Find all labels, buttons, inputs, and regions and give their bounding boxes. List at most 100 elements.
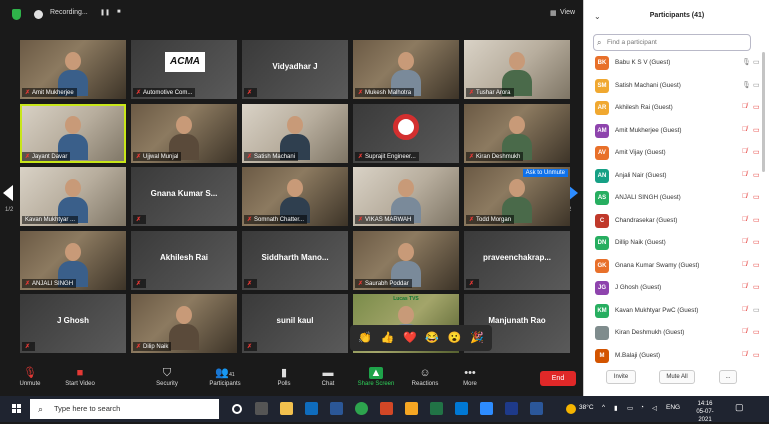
participant-tile[interactable]: ✗ Mukesh Malhotra bbox=[353, 40, 459, 99]
participant-list-item[interactable]: AR Akhilesh Rai (Guest) 🎙̸ ▭ bbox=[592, 97, 762, 120]
cortana-icon[interactable] bbox=[232, 404, 242, 414]
participant-tile[interactable]: ✗ Tushar Arora bbox=[464, 40, 570, 99]
participant-body bbox=[169, 324, 199, 350]
task-view-icon[interactable] bbox=[255, 402, 268, 415]
notifications-icon[interactable]: ▢ bbox=[735, 402, 744, 413]
unmute-button[interactable]: 🎙 Unmute bbox=[8, 364, 52, 394]
taskbar-search-input[interactable]: ⌕ Type here to search bbox=[30, 399, 219, 419]
stop-recording-button[interactable]: ■ bbox=[117, 9, 121, 15]
speaker-icon[interactable]: ◁ bbox=[652, 404, 657, 412]
participant-tile[interactable]: Gnana Kumar S... ✗ bbox=[131, 167, 237, 226]
participant-tile[interactable]: ✗ Dilip Naik bbox=[131, 294, 237, 353]
tray-chevron-icon[interactable]: ^ bbox=[602, 404, 605, 411]
participant-list-item[interactable]: AV Amit Vijay (Guest) 🎙̸ ▭ bbox=[592, 142, 762, 165]
pause-recording-button[interactable]: ❚❚ bbox=[100, 9, 110, 16]
teams-icon[interactable] bbox=[505, 402, 518, 415]
word-doc-icon[interactable] bbox=[530, 402, 543, 415]
participants-button[interactable]: 👥41 Participants bbox=[203, 364, 247, 394]
mute-all-button[interactable]: Mute All bbox=[659, 370, 695, 384]
avatar: AV bbox=[595, 146, 609, 160]
reaction-emoji[interactable]: ❤️ bbox=[403, 331, 417, 345]
participant-list-item[interactable]: AS ANJALI SINGH (Guest) 🎙̸ ▭ bbox=[592, 187, 762, 210]
encryption-shield-icon[interactable] bbox=[12, 9, 21, 20]
participant-head bbox=[65, 115, 81, 134]
participant-tile[interactable]: ✗ Somnath Chatter... bbox=[242, 167, 348, 226]
participants-scrollbar[interactable] bbox=[762, 52, 765, 172]
outlook-icon[interactable] bbox=[305, 402, 318, 415]
participant-tile[interactable]: ✗ VIKAS MARWAH bbox=[353, 167, 459, 226]
participant-list-item[interactable]: SM Satish Machani (Guest) 🎙 ▭ bbox=[592, 75, 762, 98]
participant-list-item[interactable]: GK Gnana Kumar Swamy (Guest) 🎙̸ ▭ bbox=[592, 255, 762, 278]
participant-tile[interactable]: ACMA ✗ Automotive Com... bbox=[131, 40, 237, 99]
participant-list-item[interactable]: C Chandrasekar (Guest) 🎙̸ ▭ bbox=[592, 210, 762, 233]
participant-tile[interactable]: praveenchakrap... ✗ bbox=[464, 230, 570, 290]
participant-tile[interactable]: sunil kaul ✗ bbox=[242, 294, 348, 353]
participant-list-item[interactable]: KM Kavan Mukhtyar PwC (Guest) 🎙̸ ▭ bbox=[592, 300, 762, 323]
network-icon[interactable]: ▮ bbox=[614, 404, 618, 412]
start-video-button[interactable]: ■ Start Video bbox=[58, 364, 102, 394]
participant-tile[interactable]: ✗ Saurabh Poddar bbox=[353, 230, 459, 290]
share-screen-button[interactable]: ▲ Share Screen bbox=[354, 364, 398, 394]
weather-icon[interactable] bbox=[566, 404, 576, 414]
participant-tile[interactable]: ✗ Amit Mukherjee bbox=[20, 40, 126, 99]
panel-more-button[interactable]: ... bbox=[719, 370, 737, 384]
participants-panel-footer: Invite Mute All ... bbox=[584, 368, 769, 388]
participant-tile[interactable]: Vidyadhar J ✗ bbox=[242, 40, 348, 99]
windows-start-icon[interactable] bbox=[12, 404, 22, 414]
taskbar-clock[interactable]: 14:16 05-07-2021 bbox=[690, 400, 720, 424]
word-icon[interactable] bbox=[330, 402, 343, 415]
participant-tile[interactable]: ✗ Jayant Davar bbox=[20, 103, 126, 163]
participant-list-item[interactable]: M M.Balaji (Guest) 🎙̸ ▭ bbox=[592, 345, 762, 368]
participant-tile[interactable]: ✗ Ujjwal Munjal bbox=[131, 103, 237, 163]
chrome-icon[interactable] bbox=[355, 402, 368, 415]
language-indicator[interactable]: ENG bbox=[666, 404, 680, 411]
participant-name: Tushar Arora bbox=[476, 90, 511, 96]
participant-tile[interactable]: J Ghosh ✗ bbox=[20, 294, 126, 353]
reaction-emoji[interactable]: 👍 bbox=[380, 331, 395, 345]
previous-page-arrow-icon[interactable] bbox=[3, 185, 13, 201]
participant-tile[interactable]: ✗ Kiran Deshmukh bbox=[464, 103, 570, 163]
participant-list-item[interactable]: AM Amit Mukherjee (Guest) 🎙̸ ▭ bbox=[592, 120, 762, 143]
participant-list-item[interactable]: BK Babu K S V (Guest) 🎙 ▭ bbox=[592, 52, 762, 75]
security-button[interactable]: ⛉ Security bbox=[145, 364, 189, 394]
battery-icon[interactable]: ▭ bbox=[627, 404, 633, 412]
participant-list-item[interactable]: AN Anjali Nair (Guest) 🎙̸ ▭ bbox=[592, 165, 762, 188]
participant-tile[interactable]: ✗ ANJALI SINGH bbox=[20, 230, 126, 290]
excel-icon[interactable] bbox=[430, 402, 443, 415]
participant-list-item[interactable]: JG J Ghosh (Guest) 🎙̸ ▭ bbox=[592, 277, 762, 300]
participant-list-item[interactable]: DN Dillip Naik (Guest) 🎙̸ ▭ bbox=[592, 232, 762, 255]
polls-button[interactable]: ▮ Polls bbox=[262, 364, 306, 394]
file-explorer-icon[interactable] bbox=[280, 402, 293, 415]
participant-head bbox=[398, 179, 414, 197]
reaction-emoji[interactable]: 😂 bbox=[425, 331, 439, 345]
store-icon[interactable] bbox=[405, 402, 418, 415]
powerpoint-icon[interactable] bbox=[380, 402, 393, 415]
reactions-button[interactable]: ☺ Reactions bbox=[403, 364, 447, 394]
participant-tile[interactable]: Siddharth Mano... ✗ bbox=[242, 230, 348, 290]
more-button[interactable]: ••• More bbox=[448, 364, 492, 394]
participant-tile[interactable]: Akhilesh Rai ✗ bbox=[131, 230, 237, 290]
participant-search-input[interactable]: ⌕ Find a participant bbox=[593, 34, 751, 51]
view-button[interactable]: View bbox=[560, 9, 575, 16]
participant-tile[interactable]: Kavan Mukhtyar ... bbox=[20, 167, 126, 226]
chat-button[interactable]: ▬ Chat bbox=[306, 364, 350, 394]
end-meeting-button[interactable]: End bbox=[540, 371, 576, 386]
participant-list-item[interactable]: Kiran Deshmukh (Guest) 🎙̸ ▭ bbox=[592, 322, 762, 345]
ask-to-unmute-tag[interactable]: Ask to Unmute bbox=[522, 169, 568, 177]
invite-button[interactable]: Invite bbox=[606, 370, 636, 384]
participant-tile[interactable]: ✗ Satish Machani bbox=[242, 103, 348, 163]
participant-tile[interactable]: Ask to Unmute ✗ Todd Morgan bbox=[464, 167, 570, 226]
participant-tile[interactable]: ✗ Suprajit Engineer... bbox=[353, 103, 459, 163]
meeting-top-bar: Recording... ❚❚ ■ ▦ View bbox=[0, 0, 583, 30]
reaction-emoji[interactable]: 🎉 bbox=[470, 331, 484, 345]
zoom-icon[interactable] bbox=[480, 402, 493, 415]
chat-icon: ▬ bbox=[322, 367, 334, 379]
mail-icon[interactable] bbox=[455, 402, 468, 415]
participant-head bbox=[176, 306, 192, 324]
grid-view-icon[interactable]: ▦ bbox=[550, 9, 557, 17]
reaction-emoji[interactable]: 👏 bbox=[358, 331, 372, 345]
wifi-icon[interactable]: ◔ bbox=[640, 404, 644, 411]
reaction-emoji[interactable]: 😮 bbox=[447, 331, 462, 345]
temperature-label: 38°C bbox=[579, 404, 594, 411]
reactions-icon: ☺ bbox=[419, 367, 431, 379]
